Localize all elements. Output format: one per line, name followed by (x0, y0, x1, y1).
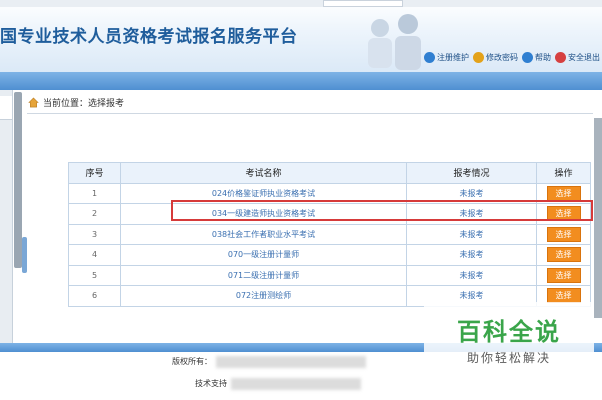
row-number: 4 (68, 244, 121, 266)
watermark: 百科全说 助你轻松解决 (424, 302, 594, 374)
site-title: 国专业技术人员资格考试报名服务平台 (0, 27, 298, 47)
browser-top-strip (0, 0, 602, 7)
divider (27, 113, 593, 114)
exam-name: 070一级注册计量师 (120, 244, 407, 266)
exam-status: 未报考 (406, 264, 537, 286)
column-header-exam-name: 考试名称 (120, 162, 407, 184)
exam-status: 未报考 (406, 203, 537, 225)
left-scrollbar[interactable] (14, 92, 22, 268)
table-row: 4 070一级注册计量师 未报考 选择 (68, 244, 591, 266)
table-row: 3 038社会工作者职业水平考试 未报考 选择 (68, 223, 591, 245)
select-button[interactable]: 选择 (546, 288, 581, 304)
table-row: 1 024价格鉴证师执业资格考试 未报考 选择 (68, 182, 591, 204)
tech-support-label: 技术支持 (195, 379, 227, 388)
register-icon (424, 52, 435, 63)
breadcrumb-current: 选择报考 (88, 98, 125, 109)
change-password-link[interactable]: 修改密码 (473, 52, 518, 63)
column-header-number: 序号 (68, 162, 121, 184)
help-link[interactable]: 帮助 (522, 52, 551, 63)
logout-icon (555, 52, 566, 63)
exam-name: 071二级注册计量师 (120, 264, 407, 286)
breadcrumb: 当前位置： 选择报考 (28, 94, 124, 110)
panel-splitter-handle[interactable] (22, 237, 27, 273)
register-link[interactable]: 注册维护 (424, 52, 469, 63)
row-number: 1 (68, 182, 121, 204)
select-button[interactable]: 选择 (546, 206, 581, 222)
watermark-subtitle: 助你轻松解决 (466, 351, 551, 365)
exam-name: 072注册测绘师 (120, 285, 407, 307)
select-button[interactable]: 选择 (546, 226, 581, 242)
exam-status: 未报考 (406, 182, 537, 204)
action-cell: 选择 (536, 244, 591, 266)
watermark-title: 百科全说 (457, 318, 561, 346)
copyright-label: 版权所有： (172, 357, 212, 366)
select-button[interactable]: 选择 (546, 267, 581, 283)
left-panel-cell[interactable] (0, 96, 12, 120)
action-cell: 选择 (536, 264, 591, 286)
column-header-status: 报考情况 (406, 162, 537, 184)
exam-status: 未报考 (406, 244, 537, 266)
row-number: 5 (68, 264, 121, 286)
right-scrollbar[interactable] (594, 118, 602, 318)
column-header-action: 操作 (536, 162, 591, 184)
table-row: 5 071二级注册计量师 未报考 选择 (68, 264, 591, 286)
action-cell: 选择 (536, 203, 591, 225)
exam-name: 038社会工作者职业水平考试 (120, 223, 407, 245)
tech-support: 技术支持 (195, 378, 361, 390)
select-button[interactable]: 选择 (546, 247, 581, 263)
left-panel (0, 90, 13, 350)
row-number: 6 (68, 285, 121, 307)
breadcrumb-prefix: 当前位置： (43, 98, 89, 109)
header: 国专业技术人员资格考试报名服务平台 注册维护 修改密码 帮助 安全退出 (0, 0, 602, 72)
select-button[interactable]: 选择 (546, 185, 581, 201)
table-row: 2 034一级建造师执业资格考试 未报考 选择 (68, 203, 591, 225)
exam-name: 024价格鉴证师执业资格考试 (120, 182, 407, 204)
home-icon (28, 97, 39, 107)
nav-bar (0, 72, 602, 90)
row-number: 2 (68, 203, 121, 225)
exam-name: 034一级建造师执业资格考试 (120, 203, 407, 225)
exam-status: 未报考 (406, 223, 537, 245)
action-cell: 选择 (536, 182, 591, 204)
copyright: 版权所有： (172, 356, 366, 368)
logout-link[interactable]: 安全退出 (555, 52, 600, 63)
operators-illustration (368, 14, 421, 70)
help-icon (522, 52, 533, 63)
top-links: 注册维护 修改密码 帮助 安全退出 (424, 52, 600, 63)
password-lock-icon (473, 52, 484, 63)
table-header-row: 序号 考试名称 报考情况 操作 (68, 162, 591, 184)
row-number: 3 (68, 223, 121, 245)
blurred-text (231, 378, 361, 390)
action-cell: 选择 (536, 223, 591, 245)
blurred-text (216, 356, 366, 368)
exam-table: 序号 考试名称 报考情况 操作 1 024价格鉴证师执业资格考试 未报考 选择 … (68, 162, 591, 307)
